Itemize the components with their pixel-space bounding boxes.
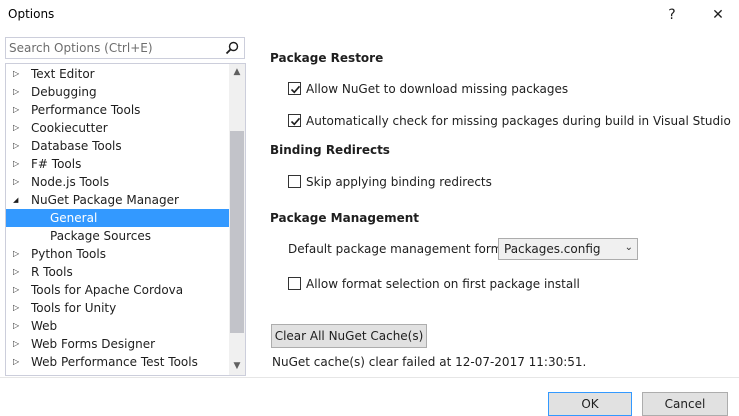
skip-redirects-checkbox[interactable] — [288, 175, 301, 188]
help-button[interactable]: ? — [660, 4, 684, 26]
tree-item-label: Tools for Apache Cordova — [31, 283, 184, 297]
cancel-button[interactable]: Cancel — [642, 392, 728, 416]
allow-format-checkbox[interactable] — [288, 277, 301, 290]
collapsed-arrow-icon[interactable]: ▷ — [13, 101, 25, 119]
tree-item-label: Debugging — [31, 85, 97, 99]
binding-redirects-heading: Binding Redirects — [270, 143, 390, 157]
tree-item[interactable]: ▷ Debugging — [6, 83, 229, 101]
search-box[interactable] — [5, 37, 245, 59]
footer-divider — [0, 377, 739, 378]
clear-cache-button[interactable]: Clear All NuGet Cache(s) — [271, 324, 427, 348]
tree-item[interactable]: ▷ Web — [6, 317, 229, 335]
close-button[interactable]: ✕ — [706, 4, 730, 26]
skip-redirects-label: Skip applying binding redirects — [306, 175, 492, 189]
tree-item[interactable]: ▷ Database Tools — [6, 137, 229, 155]
checkmark-icon — [290, 85, 301, 94]
cache-status-text: NuGet cache(s) clear failed at 12-07-201… — [272, 355, 587, 369]
tree-item-label: Web — [31, 319, 58, 333]
tree-item-label: Package Sources — [50, 229, 152, 243]
tree-item-label: R Tools — [31, 265, 73, 279]
tree-list: ▷ Text Editor ▷ Debugging ▷ Performance Tools… — [6, 65, 229, 371]
scroll-down-icon[interactable]: ▼ — [229, 358, 245, 375]
package-restore-heading: Package Restore — [270, 51, 384, 65]
options-tree: ▷ Text Editor ▷ Debugging ▷ Performance Tools… — [5, 63, 246, 376]
tree-item-label: General — [50, 211, 98, 225]
tree-item[interactable]: Package Sources — [6, 227, 229, 245]
tree-item[interactable]: General — [6, 209, 229, 227]
auto-check-label: Automatically check for missing packages… — [306, 114, 731, 128]
tree-item-label: Tools for Unity — [31, 301, 117, 315]
collapsed-arrow-icon[interactable]: ▷ — [13, 83, 25, 101]
scroll-up-icon[interactable]: ▲ — [229, 64, 245, 81]
format-select[interactable]: Packages.config ⌄ — [498, 238, 638, 260]
tree-item[interactable]: ▷ Web Forms Designer — [6, 335, 229, 353]
collapsed-arrow-icon[interactable]: ▷ — [13, 317, 25, 335]
checkmark-icon — [290, 117, 301, 126]
ok-button[interactable]: OK — [548, 392, 632, 416]
tree-item[interactable]: ▷ R Tools — [6, 263, 229, 281]
tree-item[interactable]: ▷ Python Tools — [6, 245, 229, 263]
tree-item[interactable]: ▷ Tools for Apache Cordova — [6, 281, 229, 299]
tree-item[interactable]: ▷ F# Tools — [6, 155, 229, 173]
tree-item[interactable]: ▷ Tools for Unity — [6, 299, 229, 317]
collapsed-arrow-icon[interactable]: ▷ — [13, 353, 25, 371]
search-icon[interactable] — [224, 40, 240, 56]
collapsed-arrow-icon[interactable]: ▷ — [13, 281, 25, 299]
tree-scrollbar[interactable]: ▲ ▼ — [229, 64, 245, 375]
window-title: Options — [8, 7, 55, 21]
collapsed-arrow-icon[interactable]: ▷ — [13, 173, 25, 191]
expanded-arrow-icon[interactable]: ◢ — [13, 191, 25, 209]
tree-item-label: Cookiecutter — [31, 121, 108, 135]
collapsed-arrow-icon[interactable]: ▷ — [13, 245, 25, 263]
format-select-value: Packages.config — [504, 242, 601, 256]
allow-format-label: Allow format selection on first package … — [306, 277, 580, 291]
tree-item[interactable]: ▷ Node.js Tools — [6, 173, 229, 191]
chevron-down-icon: ⌄ — [624, 242, 633, 253]
collapsed-arrow-icon[interactable]: ▷ — [13, 299, 25, 317]
allow-download-checkbox[interactable] — [288, 82, 301, 95]
allow-download-label: Allow NuGet to download missing packages — [306, 82, 569, 96]
collapsed-arrow-icon[interactable]: ▷ — [13, 119, 25, 137]
collapsed-arrow-icon[interactable]: ▷ — [13, 335, 25, 353]
tree-item-label: Database Tools — [31, 139, 122, 153]
tree-item[interactable]: ◢ NuGet Package Manager — [6, 191, 229, 209]
tree-item-label: Web Forms Designer — [31, 337, 156, 351]
collapsed-arrow-icon[interactable]: ▷ — [13, 65, 25, 83]
tree-item-label: NuGet Package Manager — [31, 193, 179, 207]
tree-item-label: Web Performance Test Tools — [31, 355, 198, 369]
tree-item-label: Node.js Tools — [31, 175, 110, 189]
tree-item-label: Text Editor — [31, 67, 95, 81]
tree-item[interactable]: ▷ Web Performance Test Tools — [6, 353, 229, 371]
scroll-thumb[interactable] — [230, 131, 244, 333]
tree-item[interactable]: ▷ Text Editor — [6, 65, 229, 83]
tree-item[interactable]: ▷ Performance Tools — [6, 101, 229, 119]
search-input[interactable] — [9, 40, 219, 56]
collapsed-arrow-icon[interactable]: ▷ — [13, 263, 25, 281]
title-bar: Options ? ✕ — [0, 0, 739, 30]
tree-item[interactable]: ▷ Cookiecutter — [6, 119, 229, 137]
auto-check-checkbox[interactable] — [288, 114, 301, 127]
package-management-heading: Package Management — [270, 211, 419, 225]
tree-item-label: F# Tools — [31, 157, 82, 171]
tree-item-label: Python Tools — [31, 247, 106, 261]
tree-item-label: Performance Tools — [31, 103, 141, 117]
collapsed-arrow-icon[interactable]: ▷ — [13, 137, 25, 155]
collapsed-arrow-icon[interactable]: ▷ — [13, 155, 25, 173]
format-label: Default package management format: — [288, 242, 519, 256]
